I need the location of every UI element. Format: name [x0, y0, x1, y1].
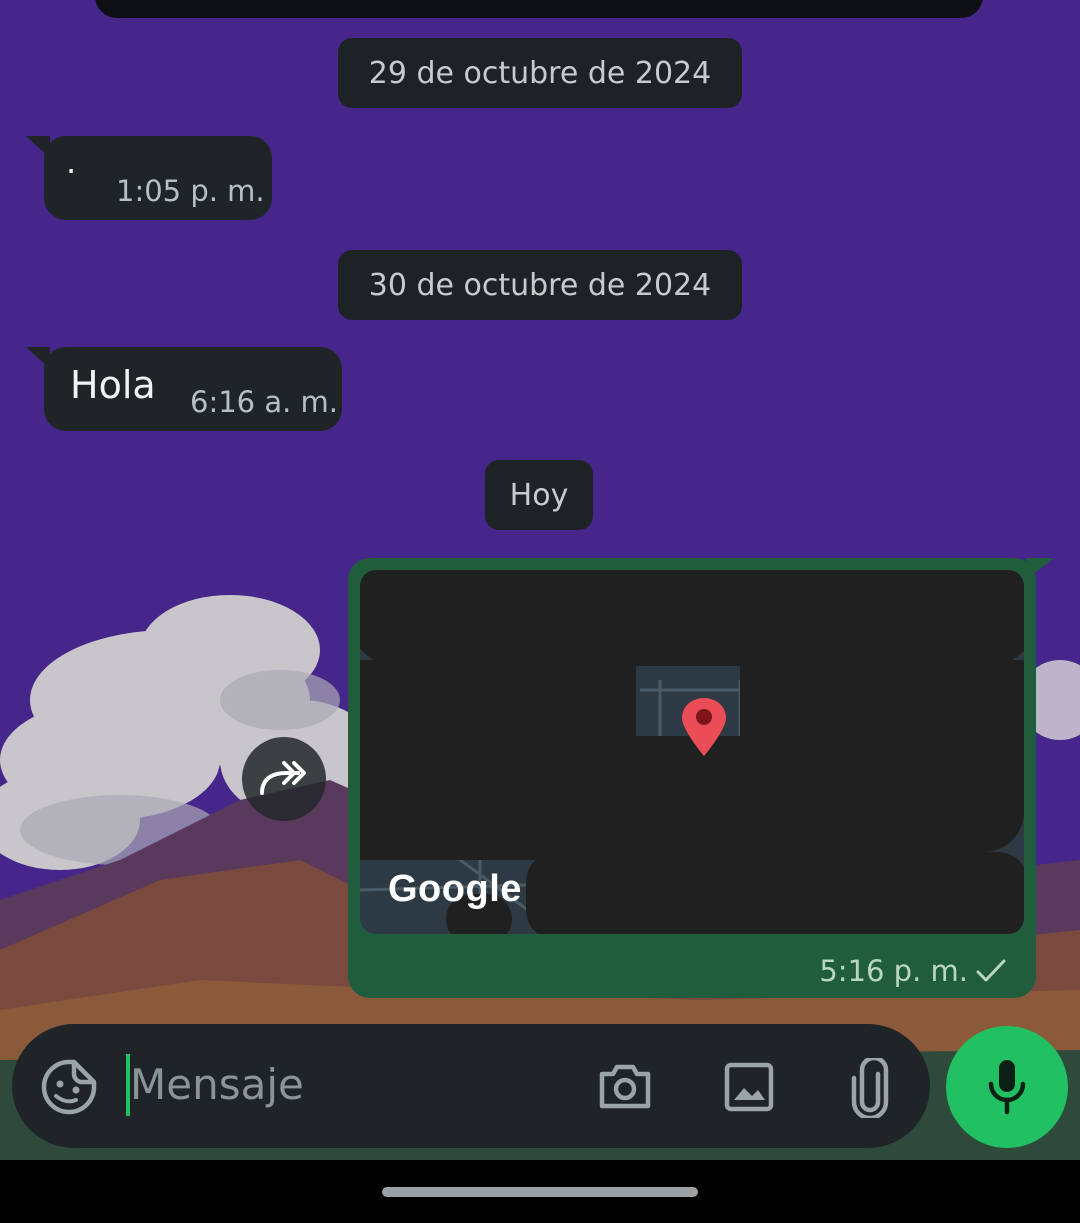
- message-meta: 5:16 p. m.: [819, 954, 1006, 988]
- message-composer: Mensaje: [12, 1024, 930, 1148]
- forward-button[interactable]: [242, 737, 326, 821]
- bubble-tail: [1026, 558, 1054, 580]
- message-text: ·: [66, 152, 77, 190]
- redaction-block: [360, 570, 1024, 666]
- incoming-message[interactable]: Hola 6:16 a. m.: [26, 347, 342, 431]
- home-indicator[interactable]: [382, 1187, 698, 1197]
- map-pin-icon: [682, 698, 726, 756]
- forward-icon: [260, 761, 306, 795]
- message-time: 5:16 p. m.: [819, 954, 968, 988]
- date-chip: Hoy: [485, 460, 593, 530]
- camera-icon[interactable]: [598, 1062, 652, 1110]
- map-attribution-label: Google: [388, 868, 522, 910]
- message-time: 1:05 p. m.: [116, 174, 265, 208]
- top-banner: [95, 0, 983, 18]
- incoming-message[interactable]: · 1:05 p. m.: [26, 136, 272, 220]
- message-time: 6:16 a. m.: [190, 385, 339, 419]
- message-input[interactable]: Mensaje: [130, 1060, 304, 1109]
- message-text: Hola: [70, 363, 156, 407]
- sticker-icon[interactable]: [40, 1058, 98, 1116]
- bubble-tail: [26, 347, 50, 369]
- sent-check-icon: [976, 959, 1006, 982]
- mic-icon: [988, 1060, 1026, 1115]
- image-icon[interactable]: [724, 1062, 774, 1112]
- outgoing-location-message[interactable]: Google 5:16 p. m.: [348, 558, 1054, 998]
- location-map-preview[interactable]: Google: [360, 570, 1024, 934]
- date-chip: 30 de octubre de 2024: [338, 250, 742, 320]
- redaction-block: [526, 852, 1024, 934]
- attach-icon[interactable]: [850, 1058, 890, 1118]
- date-chip: 29 de octubre de 2024: [338, 38, 742, 108]
- bubble-tail: [26, 136, 50, 158]
- voice-message-button[interactable]: [946, 1026, 1068, 1148]
